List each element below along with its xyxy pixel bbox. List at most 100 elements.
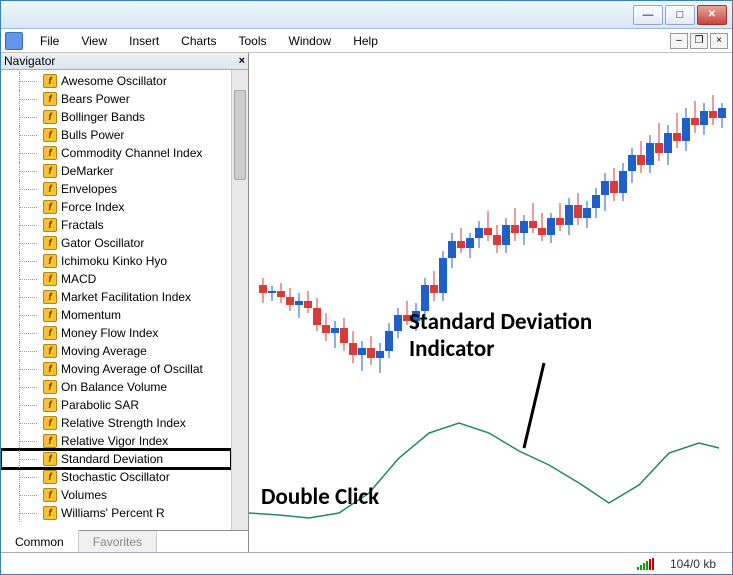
indicator-icon: f xyxy=(43,344,57,358)
tree-item[interactable]: f DeMarker xyxy=(1,162,231,180)
tree-item-label: Volumes xyxy=(61,488,107,502)
tree-item[interactable]: f Moving Average xyxy=(1,342,231,360)
app-window: — □ ✕ File View Insert Charts Tools Wind… xyxy=(0,0,733,575)
indicator-icon: f xyxy=(43,182,57,196)
tree-item[interactable]: f Standard Deviation xyxy=(1,450,231,468)
window-close-btn[interactable]: ✕ xyxy=(697,5,727,25)
menu-window[interactable]: Window xyxy=(278,32,343,50)
menu-tools[interactable]: Tools xyxy=(228,32,278,50)
tree-item[interactable]: f Relative Strength Index xyxy=(1,414,231,432)
window-maximize-btn[interactable]: □ xyxy=(665,5,695,25)
navigator-title: Navigator × xyxy=(1,53,248,70)
tree-item-label: Bulls Power xyxy=(61,128,124,142)
indicator-icon: f xyxy=(43,416,57,430)
mdi-minimize-btn[interactable]: – xyxy=(670,33,688,49)
indicator-icon: f xyxy=(43,110,57,124)
indicator-icon: f xyxy=(43,164,57,178)
menu-view[interactable]: View xyxy=(70,32,118,50)
tree-item-label: Relative Vigor Index xyxy=(61,434,168,448)
tree-item[interactable]: f Market Facilitation Index xyxy=(1,288,231,306)
menu-insert[interactable]: Insert xyxy=(118,32,170,50)
tree-item-label: On Balance Volume xyxy=(61,380,167,394)
scrollbar-thumb[interactable] xyxy=(234,90,246,180)
indicator-icon: f xyxy=(43,92,57,106)
tree-item-label: Standard Deviation xyxy=(61,452,163,466)
tab-favorites[interactable]: Favorites xyxy=(79,531,157,552)
titlebar: — □ ✕ xyxy=(1,1,732,29)
statusbar: 104/0 kb xyxy=(1,552,732,574)
tree-item[interactable]: fVolumes xyxy=(1,486,231,504)
indicator-icon: f xyxy=(43,128,57,142)
tree-item-label: Bears Power xyxy=(61,92,130,106)
tree-item-label: Envelopes xyxy=(61,182,117,196)
tree-item-label: Williams' Percent R xyxy=(61,506,165,520)
tree-item-label: Awesome Oscillator xyxy=(61,74,167,88)
tree-item-label: Parabolic SAR xyxy=(61,398,139,412)
indicator-icon: f xyxy=(43,506,57,520)
tree-item-label: Market Facilitation Index xyxy=(61,290,191,304)
tree-item-label: Relative Strength Index xyxy=(61,416,186,430)
tree-item[interactable]: f Parabolic SAR xyxy=(1,396,231,414)
mdi-restore-btn[interactable]: ❐ xyxy=(690,33,708,49)
tree-item-label: Stochastic Oscillator xyxy=(61,470,170,484)
indicator-icon: f xyxy=(43,74,57,88)
tree-item-label: Money Flow Index xyxy=(61,326,158,340)
tree-item[interactable]: fRelative Vigor Index xyxy=(1,432,231,450)
tree-item[interactable]: f Commodity Channel Index xyxy=(1,144,231,162)
tree-item[interactable]: f Ichimoku Kinko Hyo xyxy=(1,252,231,270)
navigator-title-label: Navigator xyxy=(4,54,55,68)
app-icon xyxy=(5,32,23,50)
connection-signal-icon xyxy=(637,558,654,570)
menu-charts[interactable]: Charts xyxy=(170,32,227,50)
tree-item[interactable]: fStochastic Oscillator xyxy=(1,468,231,486)
tree-item[interactable]: f Gator Oscillator xyxy=(1,234,231,252)
indicator-icon: f xyxy=(43,380,57,394)
tree-item[interactable]: fMomentum xyxy=(1,306,231,324)
tree-item[interactable]: f Moving Average of Oscillat xyxy=(1,360,231,378)
menu-help[interactable]: Help xyxy=(342,32,389,50)
tree-item-label: Bollinger Bands xyxy=(61,110,145,124)
navigator-panel: Navigator × f Awesome Oscillator f Bears Po… xyxy=(1,53,249,552)
tree-item[interactable]: f Williams' Percent R xyxy=(1,504,231,522)
indicator-icon: f xyxy=(43,326,57,340)
indicator-icon: f xyxy=(43,146,57,160)
workspace: Navigator × f Awesome Oscillator f Bears Po… xyxy=(1,53,732,552)
indicator-icon: f xyxy=(43,254,57,268)
tree-item-label: DeMarker xyxy=(61,164,114,178)
tree-item[interactable]: f Bollinger Bands xyxy=(1,108,231,126)
tree-item[interactable]: f Bulls Power xyxy=(1,126,231,144)
tree-item[interactable]: f Awesome Oscillator xyxy=(1,72,231,90)
tree-item[interactable]: f Bears Power xyxy=(1,90,231,108)
tree-item[interactable]: fMACD xyxy=(1,270,231,288)
navigator-scrollbar[interactable] xyxy=(231,70,248,530)
indicator-icon: f xyxy=(43,452,57,466)
tab-common[interactable]: Common xyxy=(1,530,79,552)
tree-item-label: Moving Average of Oscillat xyxy=(61,362,203,376)
tree-item-label: Gator Oscillator xyxy=(61,236,144,250)
indicator-icon: f xyxy=(43,362,57,376)
indicator-icon: f xyxy=(43,290,57,304)
indicator-icon: f xyxy=(43,398,57,412)
tree-item-label: Commodity Channel Index xyxy=(61,146,202,160)
tree-item-label: Fractals xyxy=(61,218,104,232)
mdi-close-btn[interactable]: × xyxy=(710,33,728,49)
tree-item[interactable]: fFractals xyxy=(1,216,231,234)
tree-item-label: Momentum xyxy=(61,308,121,322)
status-kb: 104/0 kb xyxy=(670,557,716,571)
indicator-icon: f xyxy=(43,272,57,286)
navigator-tree[interactable]: f Awesome Oscillator f Bears Power f Bollinge… xyxy=(1,70,231,530)
annotation-line xyxy=(249,53,729,551)
tree-item[interactable]: f On Balance Volume xyxy=(1,378,231,396)
tree-item[interactable]: f Money Flow Index xyxy=(1,324,231,342)
menubar: File View Insert Charts Tools Window Hel… xyxy=(1,29,732,53)
menu-file[interactable]: File xyxy=(29,32,70,50)
mdi-controls: – ❐ × xyxy=(668,33,732,49)
tree-item-label: Moving Average xyxy=(61,344,147,358)
tree-item[interactable]: f Envelopes xyxy=(1,180,231,198)
tree-item-label: Ichimoku Kinko Hyo xyxy=(61,254,167,268)
chart-area[interactable]: Standard Deviation Indicator Double Clic… xyxy=(249,53,732,552)
tree-item[interactable]: fForce Index xyxy=(1,198,231,216)
indicator-icon: f xyxy=(43,236,57,250)
navigator-close-btn[interactable]: × xyxy=(239,55,245,67)
window-minimize-btn[interactable]: — xyxy=(633,5,663,25)
